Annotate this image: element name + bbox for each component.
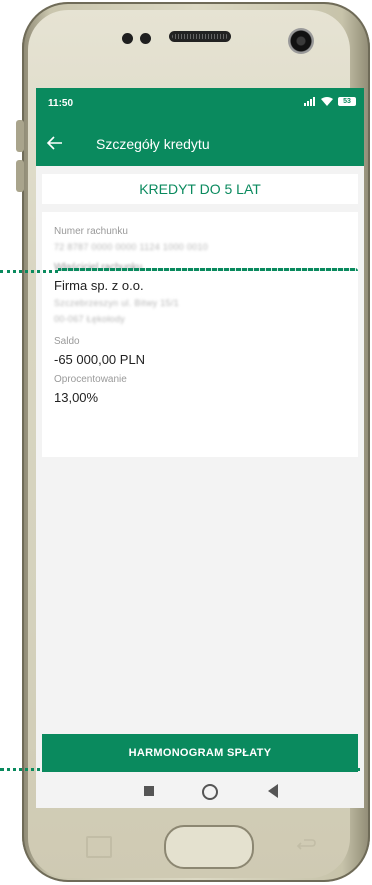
callout-line-top [58, 268, 358, 271]
recents-nav-icon[interactable] [144, 786, 154, 796]
signal-icon [304, 97, 315, 106]
back-arrow-icon[interactable] [44, 132, 66, 154]
front-camera [288, 28, 314, 54]
account-number-label: Numer rachunku [54, 226, 128, 237]
callout-line-bottom [0, 768, 360, 771]
balance-label: Saldo [54, 336, 80, 347]
interest-label: Oprocentowanie [54, 374, 127, 385]
callout-line-left-top [0, 270, 58, 273]
wifi-icon [321, 97, 333, 106]
app-screen: 11:50 53 Szczegóły kredytu KREDYT DO 5 L… [36, 88, 364, 778]
owner-city: 00-067 Łękołody [54, 314, 126, 324]
status-bar: 11:50 53 [36, 88, 364, 122]
volume-down-button [16, 160, 24, 192]
loan-title-card: KREDYT DO 5 LAT [42, 174, 358, 204]
repayment-schedule-button[interactable]: HARMONOGRAM SPŁATY [42, 734, 358, 772]
interest-value: 13,00% [54, 390, 99, 405]
back-hardware-icon [296, 839, 316, 850]
android-nav-bar [36, 778, 364, 808]
loan-title: KREDYT DO 5 LAT [139, 181, 261, 197]
loan-details-card: Numer rachunku 72 8787 0000 0000 1124 10… [42, 212, 358, 457]
account-number-value: 72 8787 0000 0000 1124 1000 0010 [54, 242, 209, 252]
earpiece-speaker [169, 31, 231, 42]
back-nav-icon[interactable] [268, 784, 278, 798]
home-button [164, 825, 254, 869]
balance-value: -65 000,00 PLN [54, 352, 146, 367]
owner-name: Firma sp. z o.o. [54, 278, 144, 293]
recent-apps-icon [86, 836, 112, 858]
home-nav-icon[interactable] [202, 784, 218, 800]
page-title: Szczegóły kredytu [96, 136, 210, 152]
volume-up-button [16, 120, 24, 152]
status-time: 11:50 [48, 98, 74, 109]
status-icons: 53 [304, 97, 356, 106]
app-bar: Szczegóły kredytu [36, 122, 364, 166]
sensor-dot [122, 33, 133, 44]
owner-street: Szczebrzeszyn ul. Bitwy 15/1 [54, 298, 179, 308]
sensor-dot [140, 33, 151, 44]
battery-icon: 53 [338, 97, 356, 106]
